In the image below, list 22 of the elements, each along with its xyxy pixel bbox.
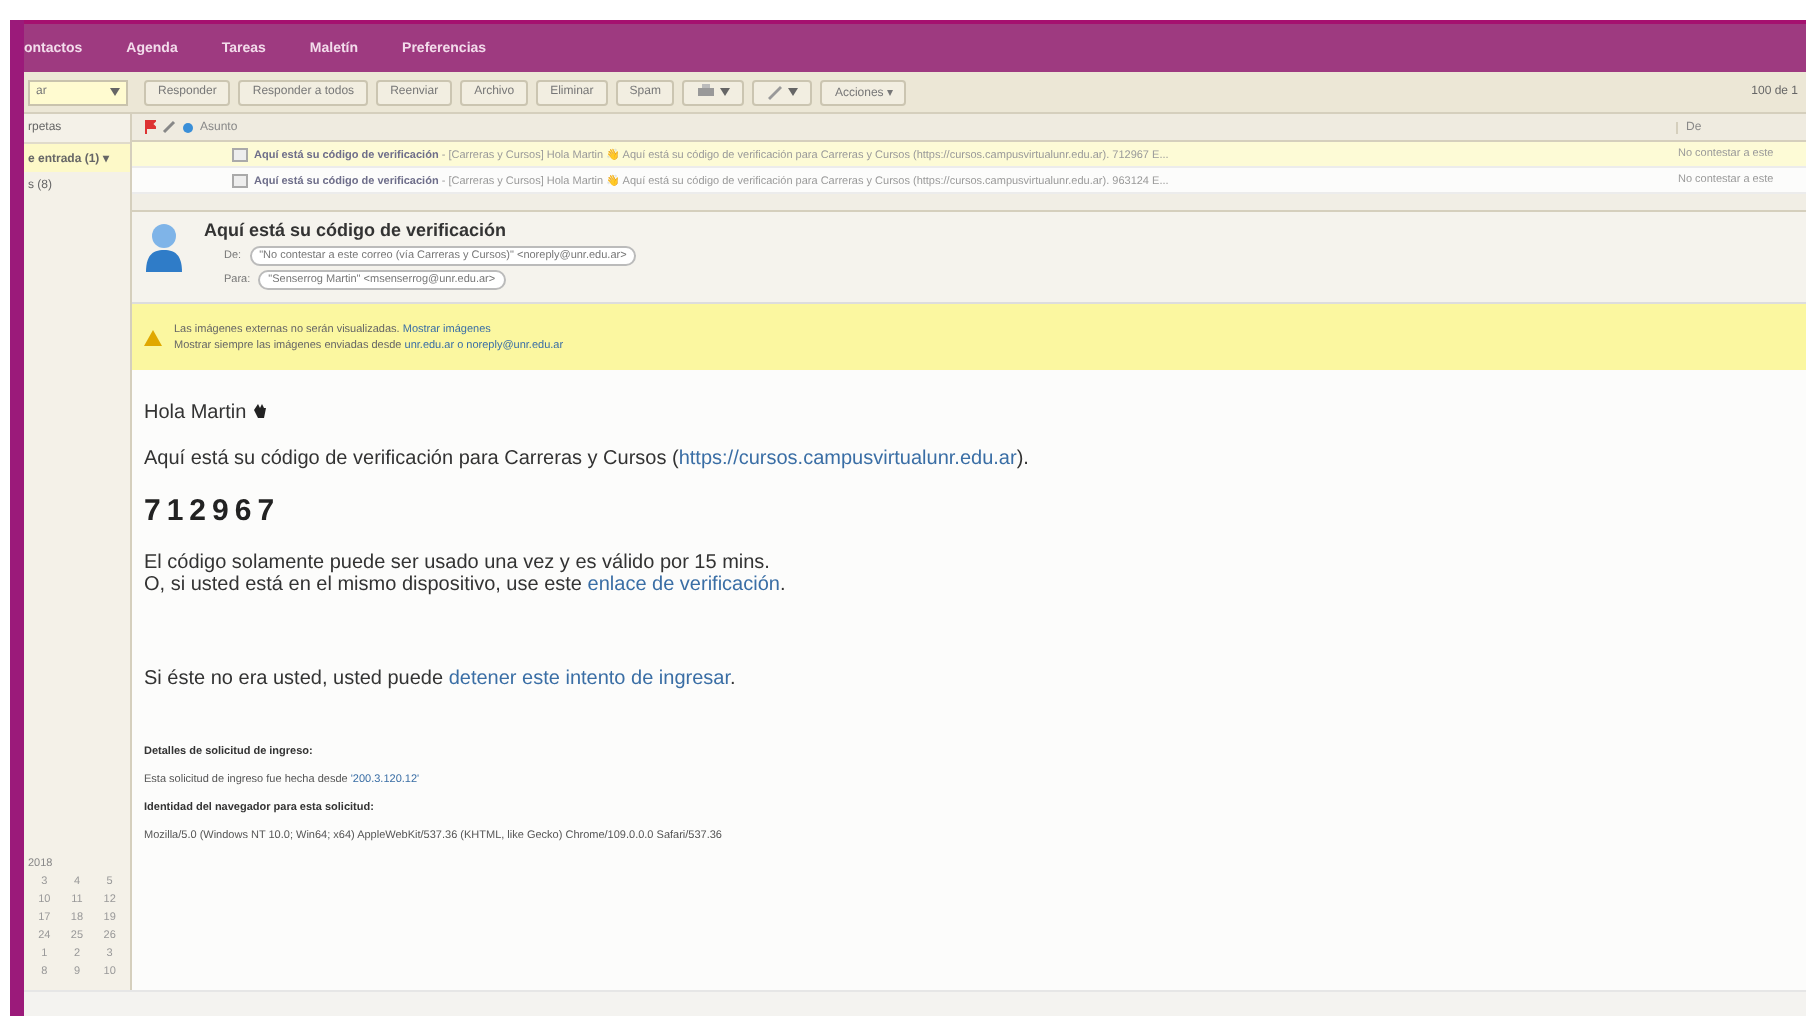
- pencil-icon: [766, 84, 785, 100]
- tag-button[interactable]: [752, 79, 813, 105]
- greeting: Hola Martin: [144, 402, 247, 424]
- message-row[interactable]: [132, 142, 1806, 168]
- caret-icon: [788, 88, 799, 96]
- message-subject: Aquí está su código de verificación: [204, 220, 509, 240]
- cancel-link[interactable]: detener este intento de ingresar: [448, 668, 730, 690]
- person-icon: [144, 220, 184, 272]
- print-button[interactable]: [682, 79, 745, 105]
- caret-icon: [720, 88, 731, 96]
- verification-code: 712967: [144, 494, 283, 528]
- intro-text: Aquí está su código de verificación para Carreras y Cursos (https://cursos.campusvirtualunr.edu.ar).: [144, 448, 1031, 470]
- verification-link[interactable]: enlace de verificación: [587, 574, 780, 596]
- site-link[interactable]: https://cursos.campusvirtualunr.edu.ar: [678, 448, 1017, 470]
- validity-text: El código solamente puede ser usado una vez y es válido por 15 mins.: [144, 552, 772, 574]
- caret-icon: [110, 88, 120, 96]
- printer-icon: [696, 84, 717, 100]
- cancel-text: Si éste no era usted, usted puede detener este intento de ingresar.: [144, 668, 738, 690]
- flag-icon[interactable]: [144, 120, 156, 134]
- dot-icon[interactable]: [182, 121, 194, 133]
- warning-icon: [144, 329, 162, 345]
- link-text: O, si usted está en el mismo dispositivo, use este enlace de verificación.: [144, 574, 788, 596]
